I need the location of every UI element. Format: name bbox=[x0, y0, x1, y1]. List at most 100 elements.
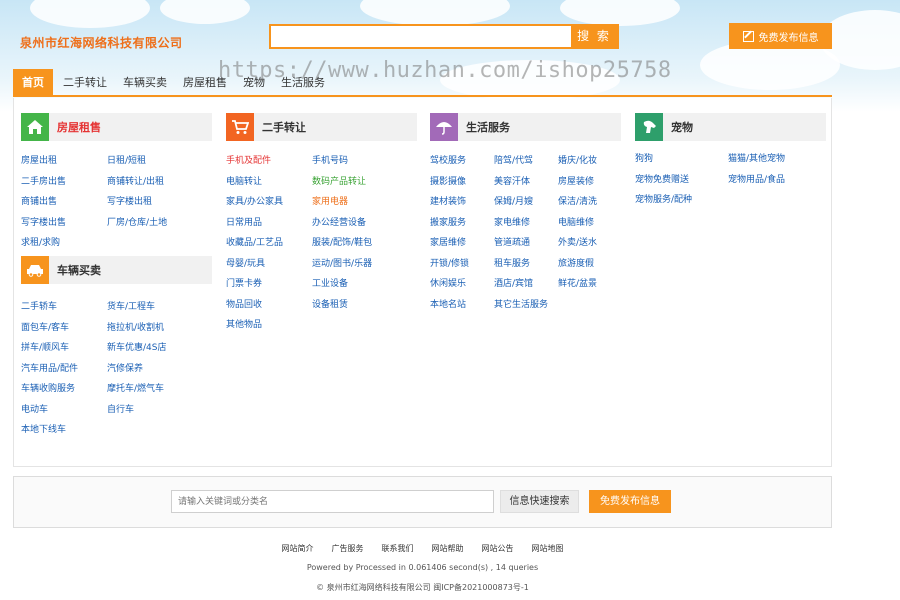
category-link[interactable]: 日常用品 bbox=[226, 215, 312, 236]
publish-info-button-bottom[interactable]: 免费发布信息 bbox=[589, 490, 671, 513]
quick-search-button[interactable]: 信息快速搜索 bbox=[500, 490, 579, 513]
category-header[interactable]: 房屋租售 bbox=[21, 113, 212, 141]
nav-item-home[interactable]: 首页 bbox=[13, 69, 53, 95]
category-link[interactable]: 婚庆/化妆 bbox=[558, 153, 621, 174]
category-link[interactable]: 家用电器 bbox=[312, 194, 417, 215]
category-link[interactable]: 自行车 bbox=[107, 402, 212, 423]
category-link[interactable]: 汽修保养 bbox=[107, 361, 212, 382]
category-link[interactable]: 美容汗体 bbox=[494, 174, 558, 195]
category-link[interactable]: 服装/配饰/鞋包 bbox=[312, 235, 417, 256]
search-button[interactable]: 搜 索 bbox=[571, 26, 617, 47]
category-secondhand: 二手转让 手机及配件 手机号码 电脑转让 数码产品转让 家具/办公家具 家用电器… bbox=[226, 113, 417, 338]
category-link[interactable]: 工业设备 bbox=[312, 276, 417, 297]
category-header[interactable]: 生活服务 bbox=[430, 113, 621, 141]
category-link[interactable]: 租车服务 bbox=[494, 256, 558, 277]
category-link[interactable]: 面包车/客车 bbox=[21, 320, 107, 341]
category-link[interactable]: 宠物用品/食品 bbox=[728, 172, 826, 193]
category-link[interactable]: 狗狗 bbox=[635, 151, 728, 172]
category-link[interactable]: 家具/办公家具 bbox=[226, 194, 312, 215]
car-icon bbox=[21, 256, 49, 284]
link-list: 二手轿车 货车/工程车 面包车/客车 拖拉机/收割机 拼车/顺风车 新车优惠/4… bbox=[21, 299, 212, 443]
category-link[interactable]: 厂房/仓库/土地 bbox=[107, 215, 212, 236]
category-link[interactable]: 旅游度假 bbox=[558, 256, 621, 277]
category-link[interactable]: 保洁/清洗 bbox=[558, 194, 621, 215]
copyright: © 泉州市红海网络科技有限公司 闽ICP备2021000873号-1 bbox=[316, 583, 529, 592]
category-link[interactable]: 门票卡券 bbox=[226, 276, 312, 297]
link-list: 房屋出租 日租/短租 二手房出售 商铺转让/出租 商铺出售 写字楼出租 写字楼出… bbox=[21, 153, 212, 256]
search-form: 搜 索 bbox=[269, 24, 619, 49]
category-link[interactable]: 求租/求购 bbox=[21, 235, 107, 256]
category-link[interactable]: 管道疏通 bbox=[494, 235, 558, 256]
footer-links: 网站简介 广告服务 联系我们 网站帮助 网站公告 网站地图 bbox=[0, 543, 845, 554]
footer-link-contact[interactable]: 联系我们 bbox=[373, 543, 423, 554]
category-link[interactable]: 驾校服务 bbox=[430, 153, 494, 174]
category-link[interactable]: 手机号码 bbox=[312, 153, 417, 174]
publish-info-button[interactable]: 免费发布信息 bbox=[729, 23, 832, 49]
category-link[interactable]: 外卖/送水 bbox=[558, 235, 621, 256]
category-link[interactable]: 家电维修 bbox=[494, 215, 558, 236]
category-link[interactable]: 商铺出售 bbox=[21, 194, 107, 215]
category-link[interactable]: 拖拉机/收割机 bbox=[107, 320, 212, 341]
category-link[interactable]: 搬家服务 bbox=[430, 215, 494, 236]
category-link[interactable]: 日租/短租 bbox=[107, 153, 212, 174]
category-link[interactable]: 货车/工程车 bbox=[107, 299, 212, 320]
category-link[interactable]: 休闲娱乐 bbox=[430, 276, 494, 297]
category-header[interactable]: 二手转让 bbox=[226, 113, 417, 141]
category-title: 房屋租售 bbox=[57, 121, 101, 134]
category-link[interactable]: 拼车/顺风车 bbox=[21, 340, 107, 361]
category-header[interactable]: 宠物 bbox=[635, 113, 826, 141]
category-title: 生活服务 bbox=[466, 121, 510, 134]
category-link[interactable]: 摩托车/燃气车 bbox=[107, 381, 212, 402]
link-list: 驾校服务 陪驾/代驾 婚庆/化妆 摄影摄像 美容汗体 房屋装修 建材装饰 保姆/… bbox=[430, 153, 621, 317]
category-link[interactable]: 汽车用品/配件 bbox=[21, 361, 107, 382]
category-link[interactable]: 建材装饰 bbox=[430, 194, 494, 215]
keyword-input[interactable] bbox=[171, 490, 494, 513]
footer-link-sitemap[interactable]: 网站地图 bbox=[523, 543, 573, 554]
category-header[interactable]: 车辆买卖 bbox=[21, 256, 212, 284]
category-link[interactable]: 开锁/修锁 bbox=[430, 256, 494, 277]
category-link[interactable]: 房屋出租 bbox=[21, 153, 107, 174]
category-link[interactable]: 手机及配件 bbox=[226, 153, 312, 174]
category-link[interactable]: 电脑转让 bbox=[226, 174, 312, 195]
category-link[interactable]: 本地名站 bbox=[430, 297, 494, 318]
category-link[interactable]: 数码产品转让 bbox=[312, 174, 417, 195]
category-link[interactable]: 二手房出售 bbox=[21, 174, 107, 195]
category-link[interactable]: 宠物免费赠送 bbox=[635, 172, 728, 193]
category-link[interactable]: 其它生活服务 bbox=[494, 297, 558, 318]
category-link[interactable]: 电脑维修 bbox=[558, 215, 621, 236]
category-life-services: 生活服务 驾校服务 陪驾/代驾 婚庆/化妆 摄影摄像 美容汗体 房屋装修 建材装… bbox=[430, 113, 621, 317]
category-link[interactable]: 本地下线车 bbox=[21, 422, 107, 443]
footer-link-about[interactable]: 网站简介 bbox=[273, 543, 323, 554]
category-link[interactable]: 收藏品/工艺品 bbox=[226, 235, 312, 256]
category-link[interactable]: 猫猫/其他宠物 bbox=[728, 151, 826, 172]
category-link[interactable]: 宠物服务/配种 bbox=[635, 192, 728, 213]
category-link[interactable]: 保姆/月嫂 bbox=[494, 194, 558, 215]
category-link[interactable]: 写字楼出售 bbox=[21, 215, 107, 236]
category-link[interactable]: 母婴/玩具 bbox=[226, 256, 312, 277]
category-link[interactable]: 车辆收购服务 bbox=[21, 381, 107, 402]
site-title[interactable]: 泉州市红海网络科技有限公司 bbox=[20, 34, 183, 51]
category-link[interactable]: 家居维修 bbox=[430, 235, 494, 256]
footer-link-notice[interactable]: 网站公告 bbox=[473, 543, 523, 554]
category-link[interactable]: 新车优惠/4S店 bbox=[107, 340, 212, 361]
footer-link-ads[interactable]: 广告服务 bbox=[323, 543, 373, 554]
category-link[interactable]: 鲜花/盆景 bbox=[558, 276, 621, 297]
category-link[interactable]: 其他物品 bbox=[226, 317, 312, 338]
category-link[interactable]: 电动车 bbox=[21, 402, 107, 423]
category-link[interactable]: 物品回收 bbox=[226, 297, 312, 318]
processed-info: Powered by Processed in 0.061406 second(… bbox=[306, 563, 539, 572]
category-link[interactable]: 运动/图书/乐器 bbox=[312, 256, 417, 277]
category-link[interactable]: 陪驾/代驾 bbox=[494, 153, 558, 174]
category-link[interactable]: 商铺转让/出租 bbox=[107, 174, 212, 195]
category-link[interactable]: 摄影摄像 bbox=[430, 174, 494, 195]
search-input[interactable] bbox=[271, 26, 571, 47]
category-link[interactable]: 写字楼出租 bbox=[107, 194, 212, 215]
category-link[interactable]: 酒店/宾馆 bbox=[494, 276, 558, 297]
category-link[interactable]: 设备租赁 bbox=[312, 297, 417, 318]
category-link[interactable]: 二手轿车 bbox=[21, 299, 107, 320]
nav-item-secondhand[interactable]: 二手转让 bbox=[55, 69, 115, 95]
footer-link-help[interactable]: 网站帮助 bbox=[423, 543, 473, 554]
category-link[interactable]: 办公经营设备 bbox=[312, 215, 417, 236]
category-link[interactable]: 房屋装修 bbox=[558, 174, 621, 195]
nav-item-vehicles[interactable]: 车辆买卖 bbox=[115, 69, 175, 95]
